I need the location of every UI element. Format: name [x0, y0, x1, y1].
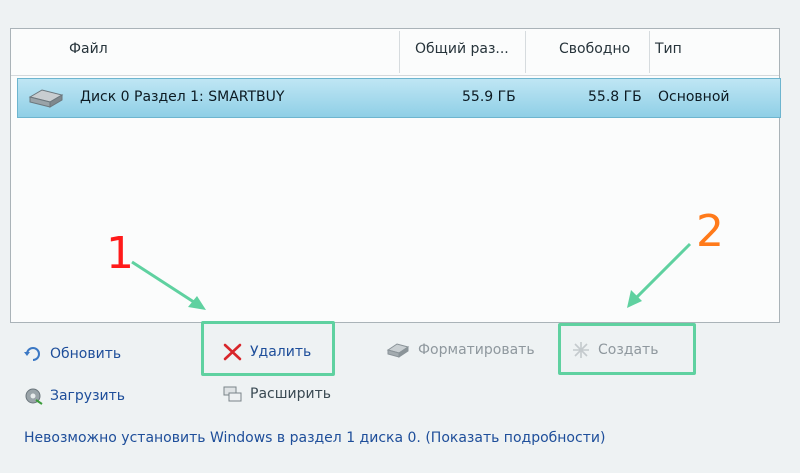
extend-button[interactable]: Расширить [222, 384, 331, 404]
annotation-number-1: 1 [106, 228, 134, 279]
highlight-box-delete [201, 321, 335, 376]
install-warning-message[interactable]: Невозможно установить Windows в раздел 1… [24, 430, 605, 446]
partition-name: Диск 0 Раздел 1: SMARTBUY [80, 89, 285, 105]
highlight-box-create [558, 323, 696, 375]
refresh-label: Обновить [50, 346, 122, 362]
hard-disk-icon [28, 89, 64, 108]
annotation-number-2: 2 [696, 206, 724, 257]
format-button[interactable]: Форматировать [384, 340, 535, 360]
extend-icon [223, 386, 242, 402]
load-driver-label: Загрузить [50, 388, 126, 404]
partition-list-header: Файл Общий раз... Свободно Тип [11, 29, 779, 76]
partition-total-size: 55.9 ГБ [462, 89, 516, 105]
refresh-button[interactable]: Обновить [22, 344, 121, 364]
load-driver-button[interactable]: Загрузить [22, 386, 125, 406]
column-header-type[interactable]: Тип [655, 41, 682, 57]
partition-type: Основной [658, 89, 730, 105]
partition-row[interactable]: Диск 0 Раздел 1: SMARTBUY 55.9 ГБ 55.8 Г… [17, 78, 781, 118]
load-driver-icon [25, 388, 43, 405]
partition-free-space: 55.8 ГБ [588, 89, 642, 105]
column-header-total-size[interactable]: Общий раз... [415, 41, 509, 57]
refresh-icon [24, 347, 40, 361]
format-disk-icon [386, 343, 410, 358]
format-label: Форматировать [418, 342, 535, 358]
column-header-free[interactable]: Свободно [559, 41, 630, 57]
column-header-name[interactable]: Файл [69, 41, 108, 57]
extend-label: Расширить [250, 386, 332, 402]
